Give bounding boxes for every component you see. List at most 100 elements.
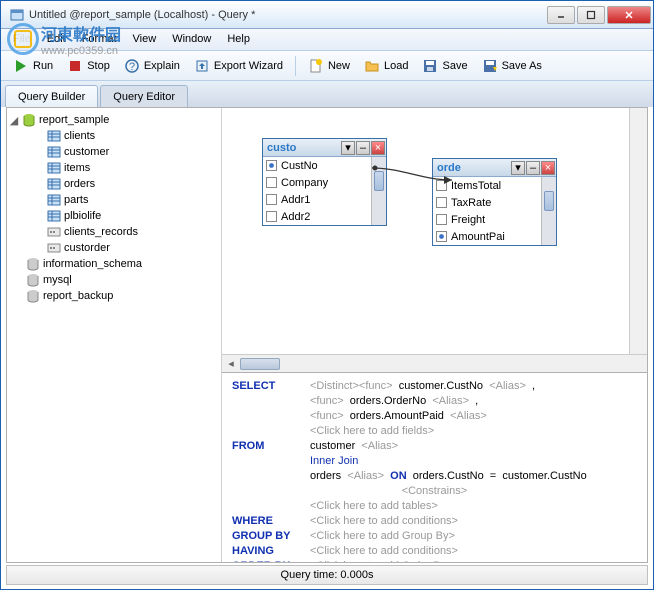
table-icon (47, 193, 61, 207)
explain-icon: ? (124, 58, 140, 74)
tree-view-custorder[interactable]: custorder (9, 240, 219, 256)
checkbox-icon[interactable] (436, 180, 447, 191)
table-field-CustNo[interactable]: CustNo (263, 157, 386, 174)
table-name: custo (263, 142, 341, 154)
menu-file[interactable]: File (5, 29, 39, 50)
tree-table-items[interactable]: items (9, 160, 219, 176)
minimize-icon[interactable]: – (526, 161, 540, 175)
save-label: Save (442, 60, 467, 72)
minimize-button[interactable] (547, 6, 575, 24)
titlebar: Untitled @report_sample (Localhost) - Qu… (1, 1, 653, 29)
table-field-AmountPai[interactable]: AmountPai (433, 228, 556, 245)
field-label: Company (281, 177, 328, 189)
sql-add-conditions-placeholder[interactable]: <Click here to add conditions> (310, 515, 458, 527)
maximize-button[interactable] (577, 6, 605, 24)
sql-add-fields-placeholder[interactable]: <Click here to add fields> (310, 425, 434, 437)
tree-table-plbiolife[interactable]: plbiolife (9, 208, 219, 224)
tree-db-report_backup[interactable]: report_backup (9, 288, 219, 304)
stop-label: Stop (87, 60, 110, 72)
svg-text:?: ? (129, 61, 135, 73)
checkbox-icon[interactable] (266, 160, 277, 171)
explain-label: Explain (144, 60, 180, 72)
tree-label: report_backup (43, 290, 113, 302)
run-button[interactable]: Run (7, 55, 59, 77)
checkbox-icon[interactable] (436, 231, 447, 242)
table-icon (47, 209, 61, 223)
toolbar: Run Stop ? Explain Export Wizard New Loa… (1, 51, 653, 81)
tree-table-customer[interactable]: customer (9, 144, 219, 160)
status-text: Query time: 0.000s (281, 569, 374, 581)
toolbar-divider (295, 56, 296, 76)
canvas-table-orde[interactable]: orde ▾ – × ItemsTotal TaxRate Freight Amoun… (432, 158, 557, 246)
table-field-Addr2[interactable]: Addr2 (263, 208, 386, 225)
tree-label: information_schema (43, 258, 142, 270)
tree-label: parts (64, 194, 88, 206)
close-icon[interactable]: × (541, 161, 555, 175)
canvas-scrollbar-v[interactable] (629, 108, 647, 354)
table-field-Company[interactable]: Company (263, 174, 386, 191)
field-label: ItemsTotal (451, 180, 501, 192)
run-label: Run (33, 60, 53, 72)
collapse-icon[interactable]: ◢ (9, 115, 19, 125)
load-label: Load (384, 60, 408, 72)
explain-button[interactable]: ? Explain (118, 55, 186, 77)
dropdown-icon[interactable]: ▾ (341, 141, 355, 155)
menu-window[interactable]: Window (164, 29, 219, 50)
tree-label: clients (64, 130, 95, 142)
new-label: New (328, 60, 350, 72)
menu-edit[interactable]: Edit (39, 29, 74, 50)
canvas-pane[interactable]: custo ▾ – × CustNo Company Addr1 Addr2 orde… (222, 108, 647, 354)
main-area: ◢ report_sample clientscustomeritemsorde… (6, 107, 648, 563)
tab-query-editor[interactable]: Query Editor (100, 85, 188, 107)
canvas-table-custo[interactable]: custo ▾ – × CustNo Company Addr1 Addr2 (262, 138, 387, 226)
field-label: Freight (451, 214, 485, 226)
window-title: Untitled @report_sample (Localhost) - Qu… (29, 9, 545, 21)
sql-pane[interactable]: SELECT<Distinct><func> customer.CustNo <… (222, 372, 647, 562)
tree-db-report-sample[interactable]: ◢ report_sample (9, 112, 219, 128)
tree-label: clients_records (64, 226, 138, 238)
tree-table-orders[interactable]: orders (9, 176, 219, 192)
tree-label: customer (64, 146, 109, 158)
menu-view[interactable]: View (125, 29, 165, 50)
table-scrollbar[interactable] (371, 157, 386, 225)
dropdown-icon[interactable]: ▾ (511, 161, 525, 175)
table-scrollbar[interactable] (541, 177, 556, 245)
tree-db-mysql[interactable]: mysql (9, 272, 219, 288)
table-field-Freight[interactable]: Freight (433, 211, 556, 228)
checkbox-icon[interactable] (436, 197, 447, 208)
saveas-button[interactable]: Save As (476, 55, 548, 77)
table-field-ItemsTotal[interactable]: ItemsTotal (433, 177, 556, 194)
checkbox-icon[interactable] (436, 214, 447, 225)
table-field-TaxRate[interactable]: TaxRate (433, 194, 556, 211)
sql-add-groupby-placeholder[interactable]: <Click here to add Group By> (310, 530, 455, 542)
table-header[interactable]: orde ▾ – × (433, 159, 556, 177)
close-icon[interactable]: × (371, 141, 385, 155)
tree-view-clients_records[interactable]: clients_records (9, 224, 219, 240)
checkbox-icon[interactable] (266, 194, 277, 205)
play-icon (13, 58, 29, 74)
stop-button[interactable]: Stop (61, 55, 116, 77)
sql-add-tables-placeholder[interactable]: <Click here to add tables> (310, 500, 438, 512)
tree-table-parts[interactable]: parts (9, 192, 219, 208)
table-header[interactable]: custo ▾ – × (263, 139, 386, 157)
tree-table-clients[interactable]: clients (9, 128, 219, 144)
table-icon (47, 161, 61, 175)
canvas-scrollbar-h[interactable]: ◂ (222, 354, 647, 372)
menu-help[interactable]: Help (219, 29, 258, 50)
checkbox-icon[interactable] (266, 177, 277, 188)
tab-query-builder[interactable]: Query Builder (5, 85, 98, 107)
new-button[interactable]: New (302, 55, 356, 77)
save-button[interactable]: Save (416, 55, 473, 77)
minimize-icon[interactable]: – (356, 141, 370, 155)
menu-format[interactable]: Format (74, 29, 125, 50)
checkbox-icon[interactable] (266, 211, 277, 222)
right-pane: custo ▾ – × CustNo Company Addr1 Addr2 orde… (222, 108, 647, 562)
field-label: Addr2 (281, 211, 310, 223)
table-field-Addr1[interactable]: Addr1 (263, 191, 386, 208)
close-button[interactable] (607, 6, 651, 24)
export-button[interactable]: Export Wizard (188, 55, 289, 77)
tree-db-information_schema[interactable]: information_schema (9, 256, 219, 272)
status-bar: Query time: 0.000s (6, 565, 648, 585)
tree-label: custorder (64, 242, 110, 254)
load-button[interactable]: Load (358, 55, 414, 77)
